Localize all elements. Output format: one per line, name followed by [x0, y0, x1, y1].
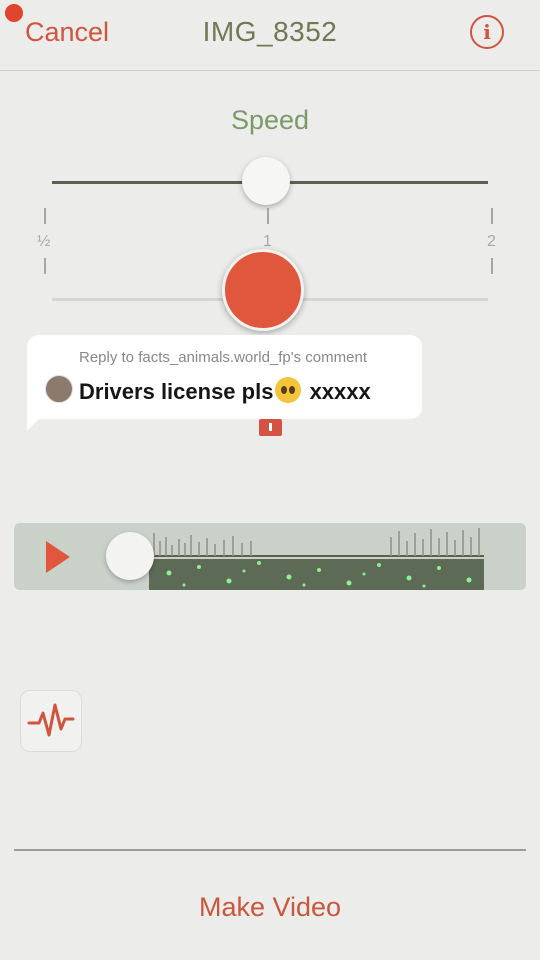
- info-icon: i: [483, 20, 491, 44]
- waveform[interactable]: [129, 523, 489, 590]
- comment-suffix: xxxxx: [303, 379, 371, 404]
- speed-tick-lower-two: [491, 258, 493, 274]
- scrubber-thumb[interactable]: [106, 532, 154, 580]
- record-button[interactable]: [222, 249, 304, 331]
- lock-icon: [259, 419, 282, 436]
- speed-tick-half: [44, 208, 46, 224]
- comment-reply-text: Reply to facts_animals.world_fp's commen…: [79, 349, 367, 366]
- audio-player: [14, 523, 526, 590]
- comment-message-text: Drivers license pls: [79, 379, 274, 404]
- header: Cancel IMG_8352 i: [0, 0, 540, 71]
- avatar: [45, 375, 73, 403]
- info-button[interactable]: i: [470, 15, 504, 49]
- make-video-button[interactable]: Make Video: [0, 892, 540, 923]
- speed-label: Speed: [230, 105, 310, 135]
- comment-message: Drivers license pls xxxxx: [79, 377, 371, 405]
- speed-tick-lower-half: [44, 258, 46, 274]
- speed-slider-thumb[interactable]: [242, 157, 290, 205]
- page-title: IMG_8352: [202, 16, 338, 47]
- speed-tick-label-half: ½: [37, 233, 51, 250]
- divider: [14, 849, 526, 851]
- comment-bubble: Reply to facts_animals.world_fp's commen…: [27, 335, 422, 419]
- speed-tick-label-two: 2: [487, 233, 496, 250]
- speed-tick-one: [267, 208, 269, 224]
- play-icon[interactable]: [46, 541, 70, 573]
- pulse-button[interactable]: [20, 690, 82, 752]
- pulse-icon: [27, 703, 75, 737]
- pleading-face-icon: [275, 377, 302, 403]
- speed-tick-two: [491, 208, 493, 224]
